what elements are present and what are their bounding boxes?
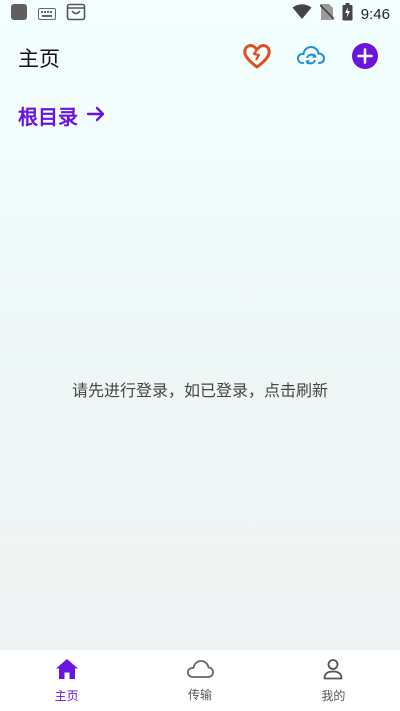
nav-item-transfer[interactable]: 传输 (133, 650, 266, 711)
nav-item-home[interactable]: 主页 (0, 650, 133, 711)
app-notification-icon (10, 3, 28, 25)
nav-label-mine: 我的 (321, 688, 346, 703)
heart-icon (242, 43, 272, 73)
add-button[interactable] (348, 41, 382, 75)
heart-button[interactable] (240, 41, 274, 75)
wifi-icon (292, 4, 312, 24)
status-right: 9:46 (292, 3, 390, 25)
nav-label-transfer: 传输 (187, 687, 212, 702)
nav-label-home: 主页 (54, 688, 79, 703)
breadcrumb-label: 根目录 (18, 105, 78, 129)
status-bar: 9:46 (0, 0, 400, 28)
arrow-right-icon (86, 105, 106, 127)
keyboard-icon (38, 5, 56, 24)
bottom-nav: 主页 传输 我的 (0, 649, 400, 711)
login-prompt-message[interactable]: 请先进行登录，如已登录，点击刷新 (0, 377, 400, 401)
status-left (10, 3, 86, 25)
add-circle-icon (351, 42, 379, 74)
app-header: 主页 (0, 40, 400, 76)
shopping-bag-icon (66, 3, 86, 25)
status-time: 9:46 (360, 5, 390, 23)
page-title: 主页 (18, 47, 60, 71)
breadcrumb-root-directory[interactable]: 根目录 (18, 101, 106, 130)
no-sim-icon (319, 3, 335, 25)
cloud-icon (186, 659, 214, 683)
header-actions (240, 41, 382, 75)
nav-item-mine[interactable]: 我的 (267, 650, 400, 711)
person-icon (322, 658, 344, 684)
home-icon (55, 658, 79, 684)
cloud-sync-button[interactable] (294, 41, 328, 75)
battery-charging-icon (342, 3, 353, 25)
cloud-sync-icon (296, 44, 326, 72)
